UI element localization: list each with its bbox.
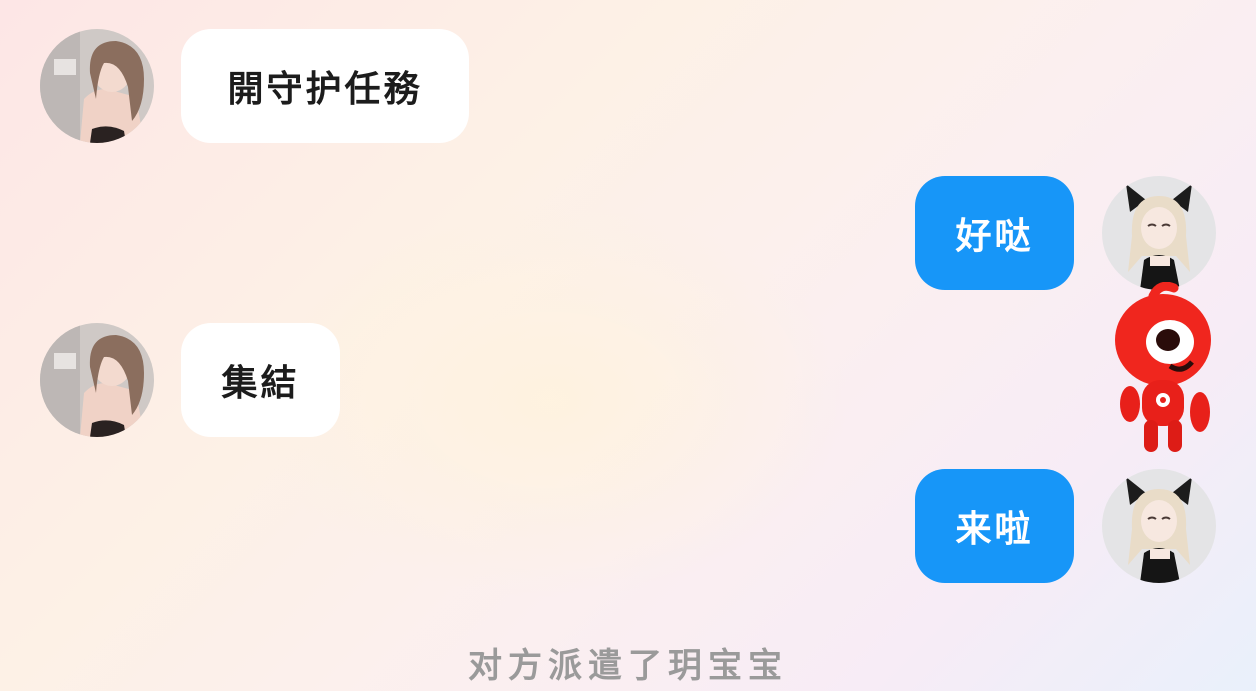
message-text: 集結	[221, 363, 300, 404]
message-text: 開守护任務	[227, 69, 423, 110]
message-text: 好哒	[955, 216, 1034, 257]
system-notice: 对方派遣了玥宝宝	[468, 646, 788, 686]
red-mascot-sticker-icon[interactable]	[1108, 281, 1218, 460]
message-bubble-received[interactable]: 集結	[181, 323, 340, 437]
my-avatar[interactable]	[1102, 469, 1216, 583]
message-bubble-sent[interactable]: 好哒	[915, 176, 1074, 290]
my-avatar[interactable]	[1102, 176, 1216, 290]
contact-avatar[interactable]	[40, 29, 154, 143]
contact-avatar[interactable]	[40, 323, 154, 437]
message-bubble-sent[interactable]: 来啦	[915, 469, 1074, 583]
message-text: 来啦	[955, 509, 1034, 550]
background-glow	[250, 200, 850, 600]
message-bubble-received[interactable]: 開守护任務	[181, 29, 469, 143]
